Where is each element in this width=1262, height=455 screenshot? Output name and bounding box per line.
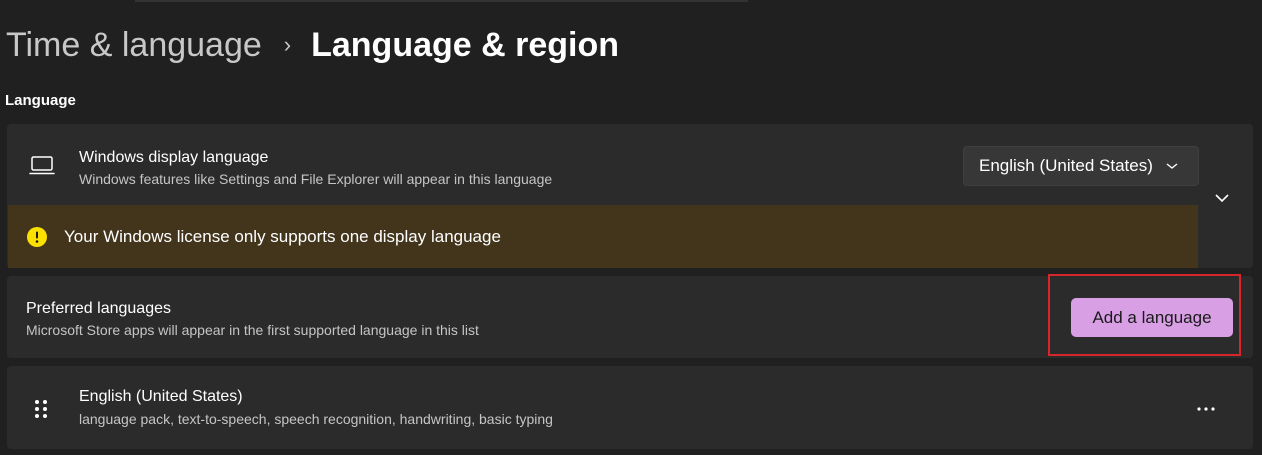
display-language-card: Windows display language Windows feature… [7, 124, 1253, 268]
section-label-language: Language [5, 92, 76, 109]
warning-icon [27, 226, 47, 247]
display-language-selected: English (United States) [979, 156, 1153, 175]
display-language-title: Windows display language [79, 149, 269, 166]
page-title: Language & region [311, 25, 620, 64]
breadcrumb-separator-icon: › [283, 32, 292, 57]
preferred-languages-card: Preferred languages Microsoft Store apps… [7, 276, 1253, 358]
display-language-dropdown[interactable]: English (United States) [963, 146, 1199, 186]
language-item-english-us[interactable]: English (United States) language pack, t… [7, 366, 1253, 449]
preferred-languages-title: Preferred languages [26, 300, 171, 317]
monitor-icon [29, 156, 55, 175]
more-options-icon[interactable] [1196, 406, 1216, 412]
language-name: English (United States) [79, 388, 243, 405]
breadcrumb: Time & language › Language & region [6, 20, 619, 70]
license-warning-banner: Your Windows license only supports one d… [8, 205, 1198, 268]
expand-chevron-icon[interactable] [1214, 192, 1230, 204]
preferred-languages-subtitle: Microsoft Store apps will appear in the … [26, 322, 479, 338]
title-bar-edge [135, 0, 748, 2]
drag-handle-icon[interactable] [33, 399, 49, 419]
language-features: language pack, text-to-speech, speech re… [79, 411, 553, 427]
breadcrumb-time-language[interactable]: Time & language [6, 26, 262, 65]
license-warning-text: Your Windows license only supports one d… [64, 226, 501, 246]
add-language-button[interactable]: Add a language [1071, 298, 1233, 337]
display-language-subtitle: Windows features like Settings and File … [79, 171, 553, 187]
chevron-down-icon [1166, 163, 1178, 169]
